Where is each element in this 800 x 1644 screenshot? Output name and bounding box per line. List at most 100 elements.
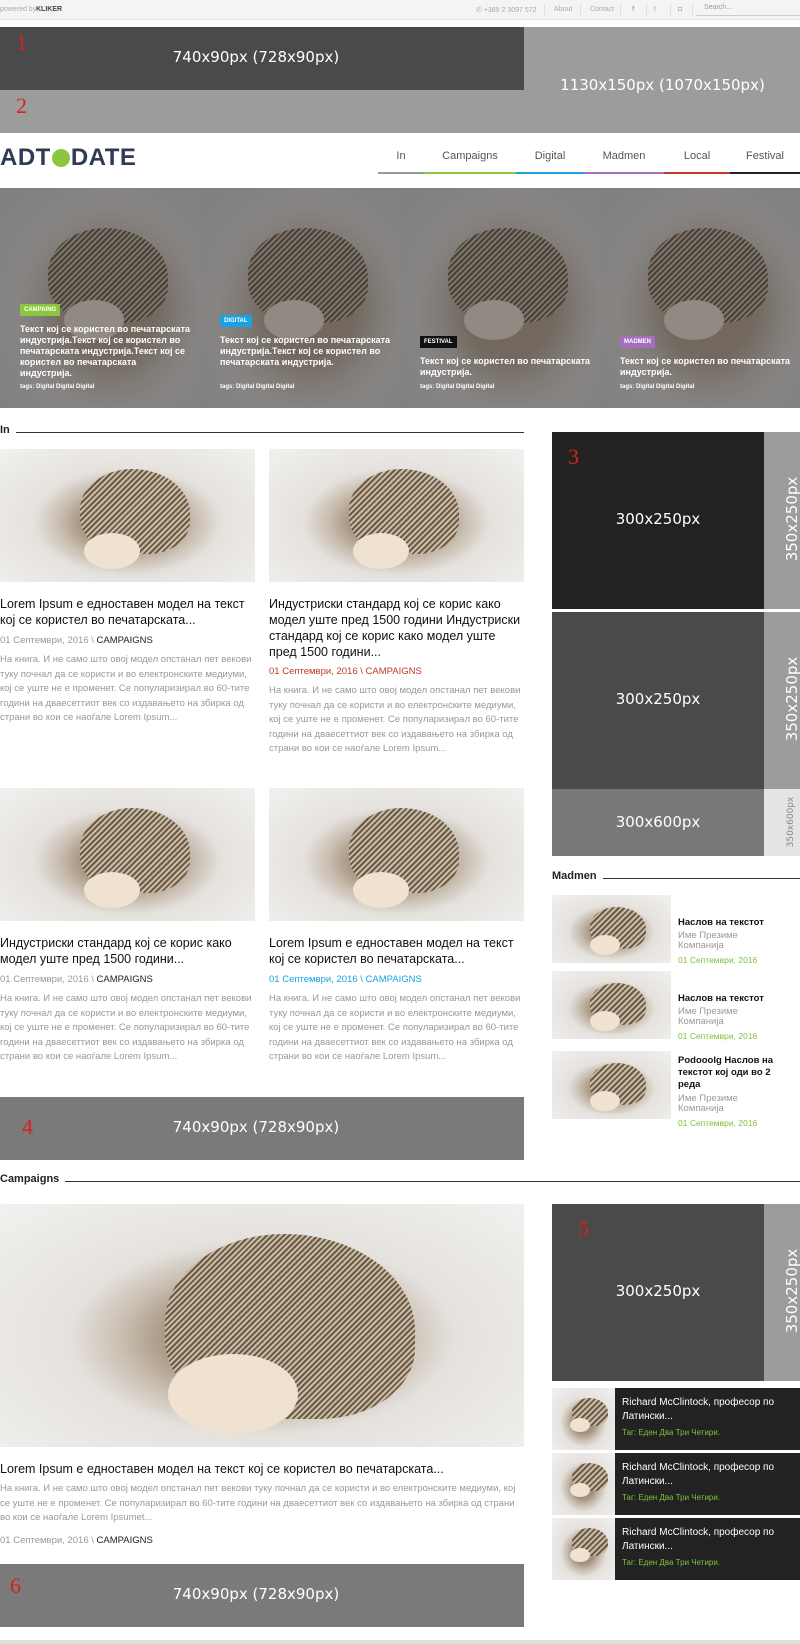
madmen-item-date: 01 Септември, 2016 [678,1118,758,1128]
hero-slide[interactable]: FESTIVAL Текст кој се користел во печата… [400,188,600,408]
card-tags[interactable]: Таг: Еден Два Три Четири. [622,1428,720,1437]
hero-tags[interactable]: tags: Digital Digital Digital [620,384,694,390]
card-title[interactable]: Richard McClintock, професор по Латински… [622,1396,792,1424]
card-title[interactable]: Richard McClintock, професор по Латински… [622,1526,792,1554]
article-title[interactable]: Lorem Ipsum е едноставен модел на текст … [269,935,524,967]
hero-slide[interactable]: MADMEN Текст кој се користел во печатарс… [600,188,800,408]
hero-slide[interactable]: DIGITAL Текст кој се користел во печатар… [200,188,400,408]
dark-news-card[interactable]: Richard McClintock, професор по Латински… [552,1453,800,1515]
card-thumbnail [552,1453,615,1515]
ad-side-label: 350x250px [783,1248,800,1334]
hero-text[interactable]: Текст кој се користел во печатарската ин… [220,335,390,368]
article-meta[interactable]: 01 Септември, 2016 \ CAMPAIGNS [269,666,524,677]
article-title[interactable]: Индустриски стандард кој се корис како м… [0,935,255,967]
article-meta[interactable]: 01 Септември, 2016 \ CAMPAIGNS [269,974,524,985]
madmen-item-date: 01 Септември, 2016 [678,1031,758,1041]
campaign-excerpt: На книга. И не само што овој модел опста… [0,1483,516,1523]
ad-size-label: 300x250px [615,1282,701,1300]
article-category-link[interactable]: CAMPAIGNS [97,974,153,985]
hero-badge[interactable]: FESTIVAL [420,336,457,348]
article-thumbnail[interactable] [0,788,255,921]
card-thumbnail [552,1518,615,1580]
ad-side-350[interactable]: 300x250px 5 350x250px [552,1204,800,1381]
twitter-icon[interactable]: t [654,6,656,13]
top-bar: powered by KLIKER ✆ +389 2 3097 572 Abou… [0,0,800,20]
madmen-item-title[interactable]: Наслов на текстот [678,993,800,1005]
facebook-icon[interactable]: f [632,6,634,13]
hero-text[interactable]: Текст кој се користел во печатарската ин… [420,356,590,378]
ad-side-600[interactable]: 300x600px 350x600px [552,789,800,856]
search-input[interactable]: Search... [696,4,800,16]
card-tags[interactable]: Таг: Еден Два Три Четири. [622,1493,720,1502]
madmen-item-author: Име Презиме Компанија [678,1006,738,1027]
about-link[interactable]: About [554,6,572,13]
article-thumbnail[interactable] [0,449,255,582]
campaign-headline[interactable]: Lorem Ipsum е едноставен модел на текст … [0,1461,524,1477]
campaign-category-link[interactable]: CAMPAIGNS [97,1535,153,1546]
contact-link[interactable]: Contact [590,6,614,13]
ad-number: 6 [10,1573,21,1598]
campaign-featured-image[interactable] [0,1204,524,1447]
ad-size-label: 300x250px [615,690,701,708]
nav-local[interactable]: Local [664,140,730,174]
article-category-link[interactable]: CAMPAIGNS [97,635,153,646]
article-excerpt: На книга. И не само што овој модел опста… [0,654,252,723]
site-logo[interactable]: ADT DATE [0,144,136,172]
nav-in[interactable]: In [378,140,424,174]
nav-digital[interactable]: Digital [516,140,584,174]
ad-number: 2 [16,93,27,118]
card-thumbnail [552,1388,615,1450]
ad-size-label: 740x90px (728x90px) [172,1585,340,1603]
article-thumbnail[interactable] [269,449,524,582]
madmen-item-title[interactable]: Podooolg Наслов на текстот кој оди во 2 … [678,1055,794,1091]
madmen-thumbnail[interactable] [552,971,671,1039]
nav-festival[interactable]: Festival [730,140,800,174]
article-excerpt: На книга. И не само што овој модел опста… [269,685,521,754]
powered-by-label: powered by [0,6,37,13]
dark-news-card[interactable]: Richard McClintock, професор по Латински… [552,1518,800,1580]
ad-300x600[interactable]: 300x600px [552,789,764,856]
section-title-in[interactable]: In [0,424,16,436]
hero-tags[interactable]: tags: Digital Digital Digital [420,384,494,390]
dark-news-card[interactable]: Richard McClintock, професор по Латински… [552,1388,800,1450]
ad-side-350[interactable]: 300x250px 350x250px [552,612,800,789]
ad-banner-740[interactable]: 740x90px (728x90px) 6 [0,1564,524,1627]
section-title-campaigns[interactable]: Campaigns [0,1173,66,1185]
madmen-thumbnail[interactable] [552,895,671,963]
hero-badge[interactable]: DIGITAL [220,315,252,327]
hero-tags[interactable]: tags: Digital Digital Digital [220,384,294,390]
card-title[interactable]: Richard McClintock, професор по Латински… [622,1461,792,1489]
ad-size-label: 300x600px [615,813,701,831]
hero-tags[interactable]: tags: Digital Digital Digital [20,384,94,390]
hero-badge[interactable]: CAMPAING [20,304,61,316]
hero-text[interactable]: Текст кој се користел во печатарската ин… [620,356,790,378]
ad-side-350[interactable]: 300x250px 3 350x250px [552,432,800,609]
hero-badge[interactable]: MADMEN [620,336,655,348]
article-title[interactable]: Lorem Ipsum е едноставен модел на текст … [0,596,255,628]
ad-300x250[interactable]: 300x250px [552,612,764,789]
kliker-brand[interactable]: KLIKER [36,6,62,13]
instagram-icon[interactable]: ◘ [678,6,682,13]
phone-number: ✆ +389 2 3097 572 [476,7,537,14]
logo-leaf-icon [51,149,70,167]
hero-slide[interactable]: CAMPAING Текст кој се користел во печата… [0,188,200,408]
ad-side-label: 350x250px [783,656,800,742]
ad-banner-740[interactable]: 740x90px (728x90px) 1 [0,27,524,90]
ad-300x250[interactable]: 300x250px 3 [552,432,764,609]
nav-madmen[interactable]: Madmen [584,140,664,174]
article-title[interactable]: Индустриски стандард кој се корис како м… [269,596,524,660]
madmen-thumbnail[interactable] [552,1051,671,1119]
madmen-item-title[interactable]: Наслов на текстот [678,917,800,929]
hero-text[interactable]: Текст кој се користел во печатарската ин… [20,324,190,379]
ad-300x250[interactable]: 300x250px 5 [552,1204,764,1381]
card-tags[interactable]: Таг: Еден Два Три Четири. [622,1558,720,1567]
ad-banner-740[interactable]: 740x90px (728x90px) 4 [0,1097,524,1160]
ad-size-label: 1130x150px (1070x150px) [560,76,765,94]
ad-size-label: 300x250px [615,510,701,528]
article-meta: 01 Септември, 2016 \ CAMPAIGNS [0,635,153,646]
nav-campaigns[interactable]: Campaigns [424,140,516,174]
article-thumbnail[interactable] [269,788,524,921]
ad-side-label: 350x600px [786,796,796,848]
campaign-meta: 01 Септември, 2016 \ CAMPAIGNS [0,1535,153,1546]
section-title-madmen[interactable]: Madmen [552,870,603,882]
